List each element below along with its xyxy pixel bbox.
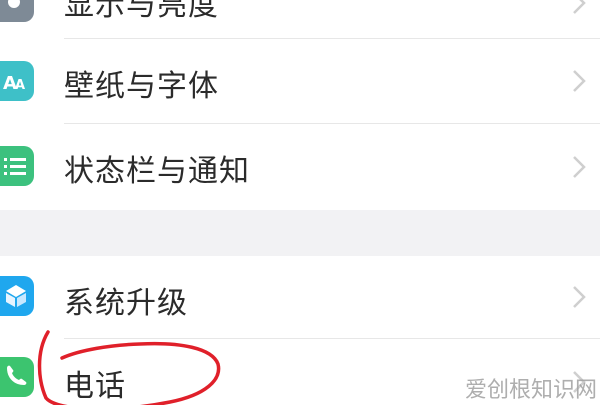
system-update-icon (0, 276, 34, 316)
settings-item-label: 电话 (64, 369, 126, 404)
settings-item-label: 显示与亮度 (64, 0, 219, 23)
settings-item-system-update[interactable]: 系统升级 (0, 256, 600, 338)
chevron-right-icon (573, 70, 586, 92)
chevron-right-icon (573, 0, 586, 14)
statusbar-notification-icon (0, 146, 34, 186)
chevron-right-icon (573, 156, 586, 178)
settings-item-wallpaper-font[interactable]: A A 壁纸与字体 (0, 39, 600, 123)
svg-text:A: A (15, 78, 25, 93)
settings-item-statusbar-notification[interactable]: 状态栏与通知 (0, 124, 600, 210)
wallpaper-font-icon: A A (0, 61, 34, 101)
brightness-icon (0, 0, 34, 22)
settings-list: 显示与亮度 A A 壁纸与字体 状态栏与通知 系统升级 电话 (0, 0, 600, 405)
settings-item-label: 系统升级 (64, 286, 188, 321)
settings-item-display-brightness[interactable]: 显示与亮度 (0, 0, 600, 38)
chevron-right-icon (573, 286, 586, 308)
section-gap (0, 210, 600, 256)
watermark-text: 爱创根知识网 (465, 378, 598, 403)
settings-item-label: 壁纸与字体 (64, 69, 219, 104)
phone-icon (0, 357, 34, 397)
settings-item-label: 状态栏与通知 (64, 154, 250, 189)
